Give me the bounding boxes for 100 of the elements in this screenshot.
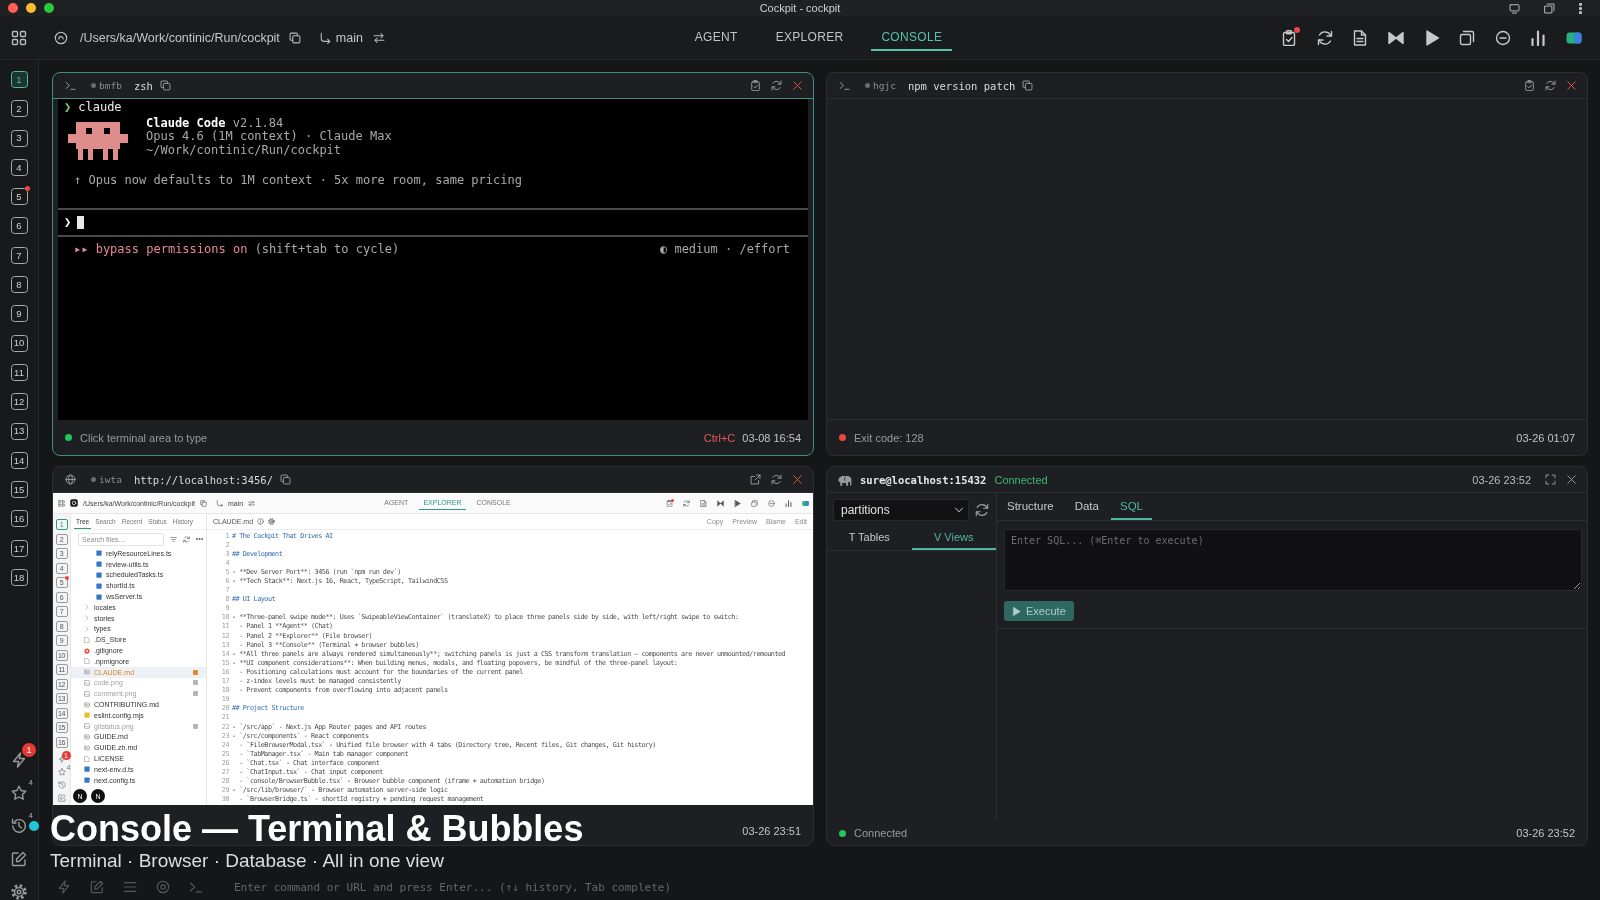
minimize-window-button[interactable]	[26, 3, 36, 13]
bowtie-icon[interactable]	[1388, 29, 1405, 46]
database-select[interactable]: partitions	[833, 499, 969, 521]
settings-icon[interactable]	[11, 884, 27, 900]
workspace-tab[interactable]: 17	[10, 539, 28, 557]
count-label: 4	[28, 811, 33, 820]
page-url[interactable]: http://localhost:3456/	[133, 473, 273, 486]
windows-icon[interactable]	[1544, 2, 1555, 14]
info-icon[interactable]	[257, 518, 265, 525]
chevron-down-icon	[954, 505, 964, 515]
query-tab[interactable]: Data	[1065, 493, 1108, 520]
edit-icon[interactable]	[11, 851, 27, 867]
external-link-icon[interactable]	[750, 474, 761, 485]
copy-icon[interactable]	[288, 31, 301, 44]
view-tab[interactable]: CONSOLE	[871, 24, 953, 51]
terminal-screen[interactable]	[58, 99, 808, 420]
session-id: hgjc	[873, 80, 896, 91]
workspace-tab[interactable]: 12	[10, 393, 28, 411]
play-icon[interactable]	[1423, 29, 1440, 46]
config-file-icon	[84, 712, 90, 719]
image-file-icon	[84, 679, 90, 686]
swap-icon[interactable]	[248, 499, 256, 507]
timestamp: 03-26 23:52	[1472, 473, 1531, 486]
clipboard-check-icon[interactable]	[1281, 29, 1298, 46]
workspace-tab[interactable]: 13	[10, 422, 28, 440]
close-icon[interactable]	[1566, 474, 1577, 485]
expand-icon[interactable]	[1545, 474, 1556, 485]
history-icon[interactable]	[11, 818, 27, 834]
clipboard-icon[interactable]	[750, 80, 761, 91]
clipboard-icon[interactable]	[1524, 80, 1535, 91]
swap-icon[interactable]	[372, 31, 385, 44]
view-tab[interactable]: AGENT	[684, 24, 748, 51]
play-icon[interactable]	[734, 499, 741, 507]
session-id: bmfb	[99, 80, 122, 91]
count-label: 4	[28, 778, 33, 787]
view-tab[interactable]: EXPLORER	[765, 24, 854, 51]
workspace-tab[interactable]: 9	[10, 305, 28, 323]
workspace-tab[interactable]: 18	[10, 569, 28, 587]
close-window-button[interactable]	[8, 3, 18, 13]
refresh-icon[interactable]	[771, 474, 782, 485]
workspace-tab[interactable]: 10	[10, 334, 28, 352]
workspace-tab[interactable]: 8	[10, 276, 28, 294]
filter-icon[interactable]	[170, 535, 177, 543]
lightning-icon[interactable]	[11, 752, 27, 768]
workspace-tab[interactable]: 11	[10, 363, 28, 381]
file-icon	[84, 755, 90, 762]
grid-icon[interactable]	[11, 29, 27, 46]
refresh-icon[interactable]	[1545, 80, 1556, 91]
workspace-tab[interactable]: 2	[10, 100, 28, 118]
more-vertical-icon[interactable]	[1579, 2, 1582, 14]
dot-icon	[91, 83, 96, 88]
workspace-tab[interactable]: 6	[10, 217, 28, 235]
branch-name[interactable]: main	[335, 30, 363, 45]
close-icon[interactable]	[792, 474, 803, 485]
connection-string: sure@localhost:15432	[860, 473, 987, 486]
timestamp: 03-08 16:54	[742, 431, 801, 444]
bar-chart-icon[interactable]	[1530, 29, 1547, 46]
workspace-tab[interactable]: 16	[10, 510, 28, 528]
workspace-tab[interactable]: 5	[10, 188, 28, 206]
settings-icon[interactable]	[268, 518, 276, 525]
workspace-tab[interactable]: 1	[10, 71, 28, 88]
workspace-tab[interactable]: 4	[10, 158, 28, 176]
star-icon[interactable]	[11, 785, 27, 801]
list-tab[interactable]: V Views	[911, 526, 996, 550]
screen-icon[interactable]	[1509, 2, 1520, 14]
bowtie-icon[interactable]	[717, 499, 724, 507]
prompt-input[interactable]: ❯	[64, 215, 802, 230]
copy-icon[interactable]	[159, 80, 171, 91]
clipboard-check-icon[interactable]	[666, 499, 673, 507]
copy-icon[interactable]	[279, 474, 291, 485]
duplicate-icon[interactable]	[1459, 29, 1476, 46]
target-icon[interactable]	[156, 880, 170, 894]
repository-icon[interactable]	[54, 30, 68, 45]
caption-subtitle: Terminal · Browser · Database · All in one view	[50, 850, 445, 872]
list-tab[interactable]: T Tables	[827, 526, 912, 550]
markdown-file-icon	[84, 744, 90, 751]
branch-icon[interactable]	[318, 31, 331, 44]
workspace-tab[interactable]: 14	[10, 451, 28, 469]
dot-icon	[865, 83, 870, 88]
session-title: zsh	[133, 79, 153, 92]
document-icon[interactable]	[1352, 29, 1369, 46]
panel-toggle-icon[interactable]	[802, 499, 809, 507]
query-tab[interactable]: SQL	[1110, 493, 1152, 520]
star-icon[interactable]	[57, 767, 66, 776]
list-icon[interactable]	[123, 880, 137, 894]
maximize-window-button[interactable]	[44, 3, 54, 13]
workspace-tab[interactable]: 7	[10, 246, 28, 264]
query-tab[interactable]: Structure	[998, 493, 1063, 520]
grid-icon[interactable]	[58, 499, 65, 507]
refresh-icon[interactable]	[771, 80, 782, 91]
workspace-tab[interactable]: 15	[10, 481, 28, 499]
copy-icon[interactable]	[1022, 80, 1034, 91]
sql-input[interactable]: Enter SQL... (⌘Enter to execute)	[1004, 529, 1582, 591]
workspace-tab[interactable]: 3	[10, 129, 28, 147]
bar-chart-icon[interactable]	[785, 499, 792, 507]
refresh-icon[interactable]	[975, 503, 989, 517]
effort-text: ◐ medium · /effort	[659, 243, 790, 258]
close-icon[interactable]	[1566, 80, 1577, 91]
command-input[interactable]: Enter command or URL and press Enter... (↑↓ history, Tab complete)	[234, 878, 1588, 896]
close-icon[interactable]	[792, 80, 803, 91]
